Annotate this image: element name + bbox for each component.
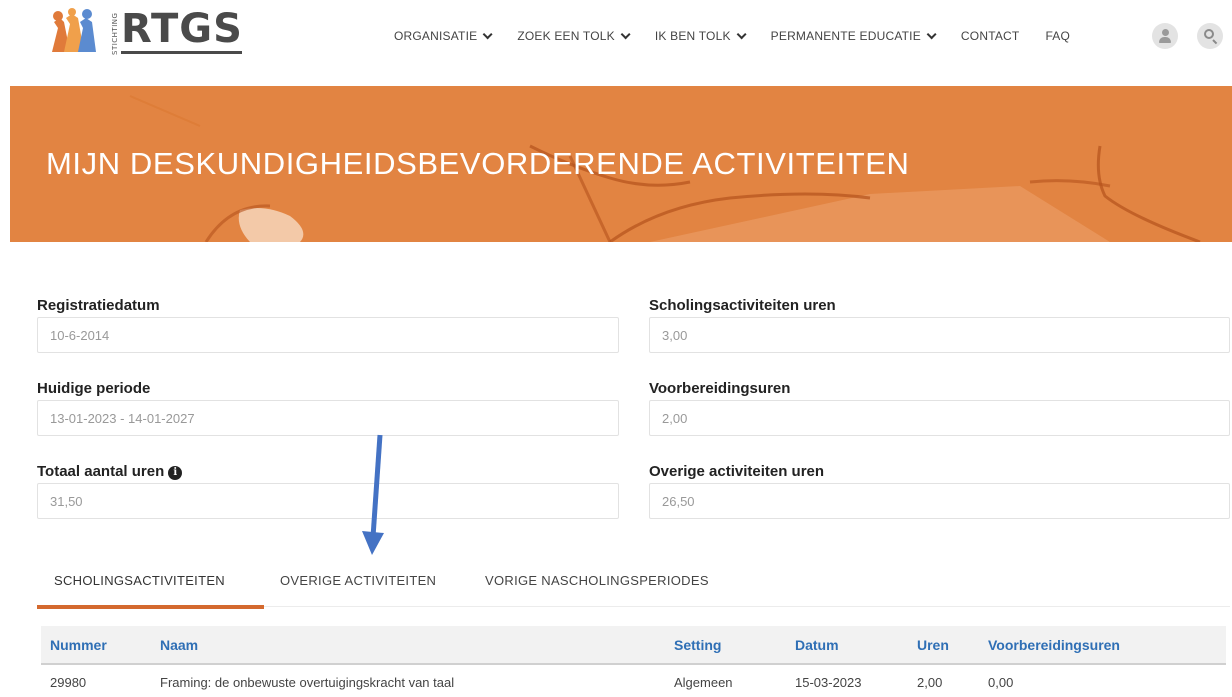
- user-account-button[interactable]: [1152, 23, 1178, 49]
- table-row[interactable]: 29980 Framing: de onbewuste overtuigings…: [41, 665, 1226, 697]
- nav-label: ORGANISATIE: [394, 29, 478, 43]
- nav-label: ZOEK EEN TOLK: [517, 29, 615, 43]
- nav-item-contact[interactable]: CONTACT: [961, 29, 1020, 43]
- overige-uren-label: Overige activiteiten uren: [649, 463, 825, 480]
- nav-label: IK BEN TOLK: [654, 29, 731, 43]
- cell-naam: Framing: de onbewuste overtuigingskracht…: [160, 675, 455, 690]
- huidige-periode-label: Huidige periode: [37, 380, 151, 397]
- totaal-uren-label-text: Totaal aantal uren: [37, 463, 165, 480]
- nav-item-ik-ben-tolk[interactable]: IK BEN TOLK: [654, 28, 747, 43]
- tab-overige-activiteiten[interactable]: OVERIGE ACTIVITEITEN: [280, 565, 436, 607]
- chevron-down-icon: [620, 28, 631, 39]
- totaal-uren-label: Totaal aantal uren i: [37, 463, 619, 480]
- column-header-datum[interactable]: Datum: [795, 637, 839, 653]
- cell-datum: 15-03-2023: [795, 675, 862, 690]
- column-header-uren[interactable]: Uren: [917, 637, 949, 653]
- logo-underline: [121, 51, 242, 54]
- logo-tagline: STICHTING: [111, 12, 119, 56]
- cell-setting: Algemeen: [674, 675, 733, 690]
- logo-text: RTGS: [121, 6, 243, 52]
- scholing-uren-label: Scholingsactiviteiten uren: [649, 297, 836, 314]
- totaal-uren-field[interactable]: 31,50: [37, 483, 619, 519]
- table-header: Nummer Naam Setting Datum Uren Voorberei…: [41, 626, 1226, 665]
- column-header-naam[interactable]: Naam: [160, 637, 198, 653]
- activities-table: Nummer Naam Setting Datum Uren Voorberei…: [41, 626, 1226, 697]
- nav-label: CONTACT: [960, 29, 1020, 43]
- tab-vorige-nascholingsperiodes[interactable]: VORIGE NASCHOLINGSPERIODES: [485, 565, 709, 607]
- voorbereidingsuren-label: Voorbereidingsuren: [649, 380, 791, 397]
- column-header-nummer[interactable]: Nummer: [50, 637, 107, 653]
- registratiedatum-field[interactable]: 10-6-2014: [37, 317, 619, 353]
- activity-tabs: SCHOLINGSACTIVITEITEN OVERIGE ACTIVITEIT…: [37, 565, 1230, 609]
- nav-item-zoek-een-tolk[interactable]: ZOEK EEN TOLK: [517, 28, 631, 43]
- info-icon[interactable]: i: [168, 466, 183, 480]
- chevron-down-icon: [482, 28, 493, 39]
- cell-nummer: 29980: [50, 675, 87, 690]
- annotation-arrow-icon: [362, 434, 384, 555]
- nav-item-organisatie[interactable]: ORGANISATIE: [394, 28, 493, 43]
- nav-item-faq[interactable]: FAQ: [1045, 29, 1070, 43]
- tab-scholingsactiviteiten[interactable]: SCHOLINGSACTIVITEITEN: [37, 565, 264, 609]
- scholing-uren-field[interactable]: 3,00: [649, 317, 1230, 353]
- column-header-setting[interactable]: Setting: [674, 637, 721, 653]
- chevron-down-icon: [926, 28, 937, 39]
- search-button[interactable]: [1197, 23, 1223, 49]
- column-header-voorbereidingsuren[interactable]: Voorbereidingsuren: [988, 637, 1120, 653]
- nav-label: PERMANENTE EDUCATIE: [770, 29, 921, 43]
- voorbereidingsuren-field[interactable]: 2,00: [649, 400, 1230, 436]
- site-header: STICHTING RTGS ORGANISATIE ZOEK EEN TOLK…: [0, 0, 1232, 86]
- logo-figures-icon: [52, 8, 96, 52]
- cell-uren: 2,00: [917, 675, 943, 690]
- cell-voorbereidingsuren: 0,00: [988, 675, 1014, 690]
- registratiedatum-label: Registratiedatum: [37, 297, 160, 314]
- nav-item-permanente-educatie[interactable]: PERMANENTE EDUCATIE: [770, 28, 937, 43]
- huidige-periode-field[interactable]: 13-01-2023 - 14-01-2027: [37, 400, 619, 436]
- nav-label: FAQ: [1045, 29, 1071, 43]
- page-banner: MIJN DESKUNDIGHEIDSBEVORDERENDE ACTIVITE…: [10, 86, 1232, 242]
- chevron-down-icon: [736, 28, 747, 39]
- main-nav: ORGANISATIE ZOEK EEN TOLK IK BEN TOLK PE…: [394, 26, 1096, 46]
- page-title: MIJN DESKUNDIGHEIDSBEVORDERENDE ACTIVITE…: [46, 146, 910, 181]
- rtgs-logo[interactable]: STICHTING RTGS: [50, 6, 250, 58]
- overige-uren-field[interactable]: 26,50: [649, 483, 1230, 519]
